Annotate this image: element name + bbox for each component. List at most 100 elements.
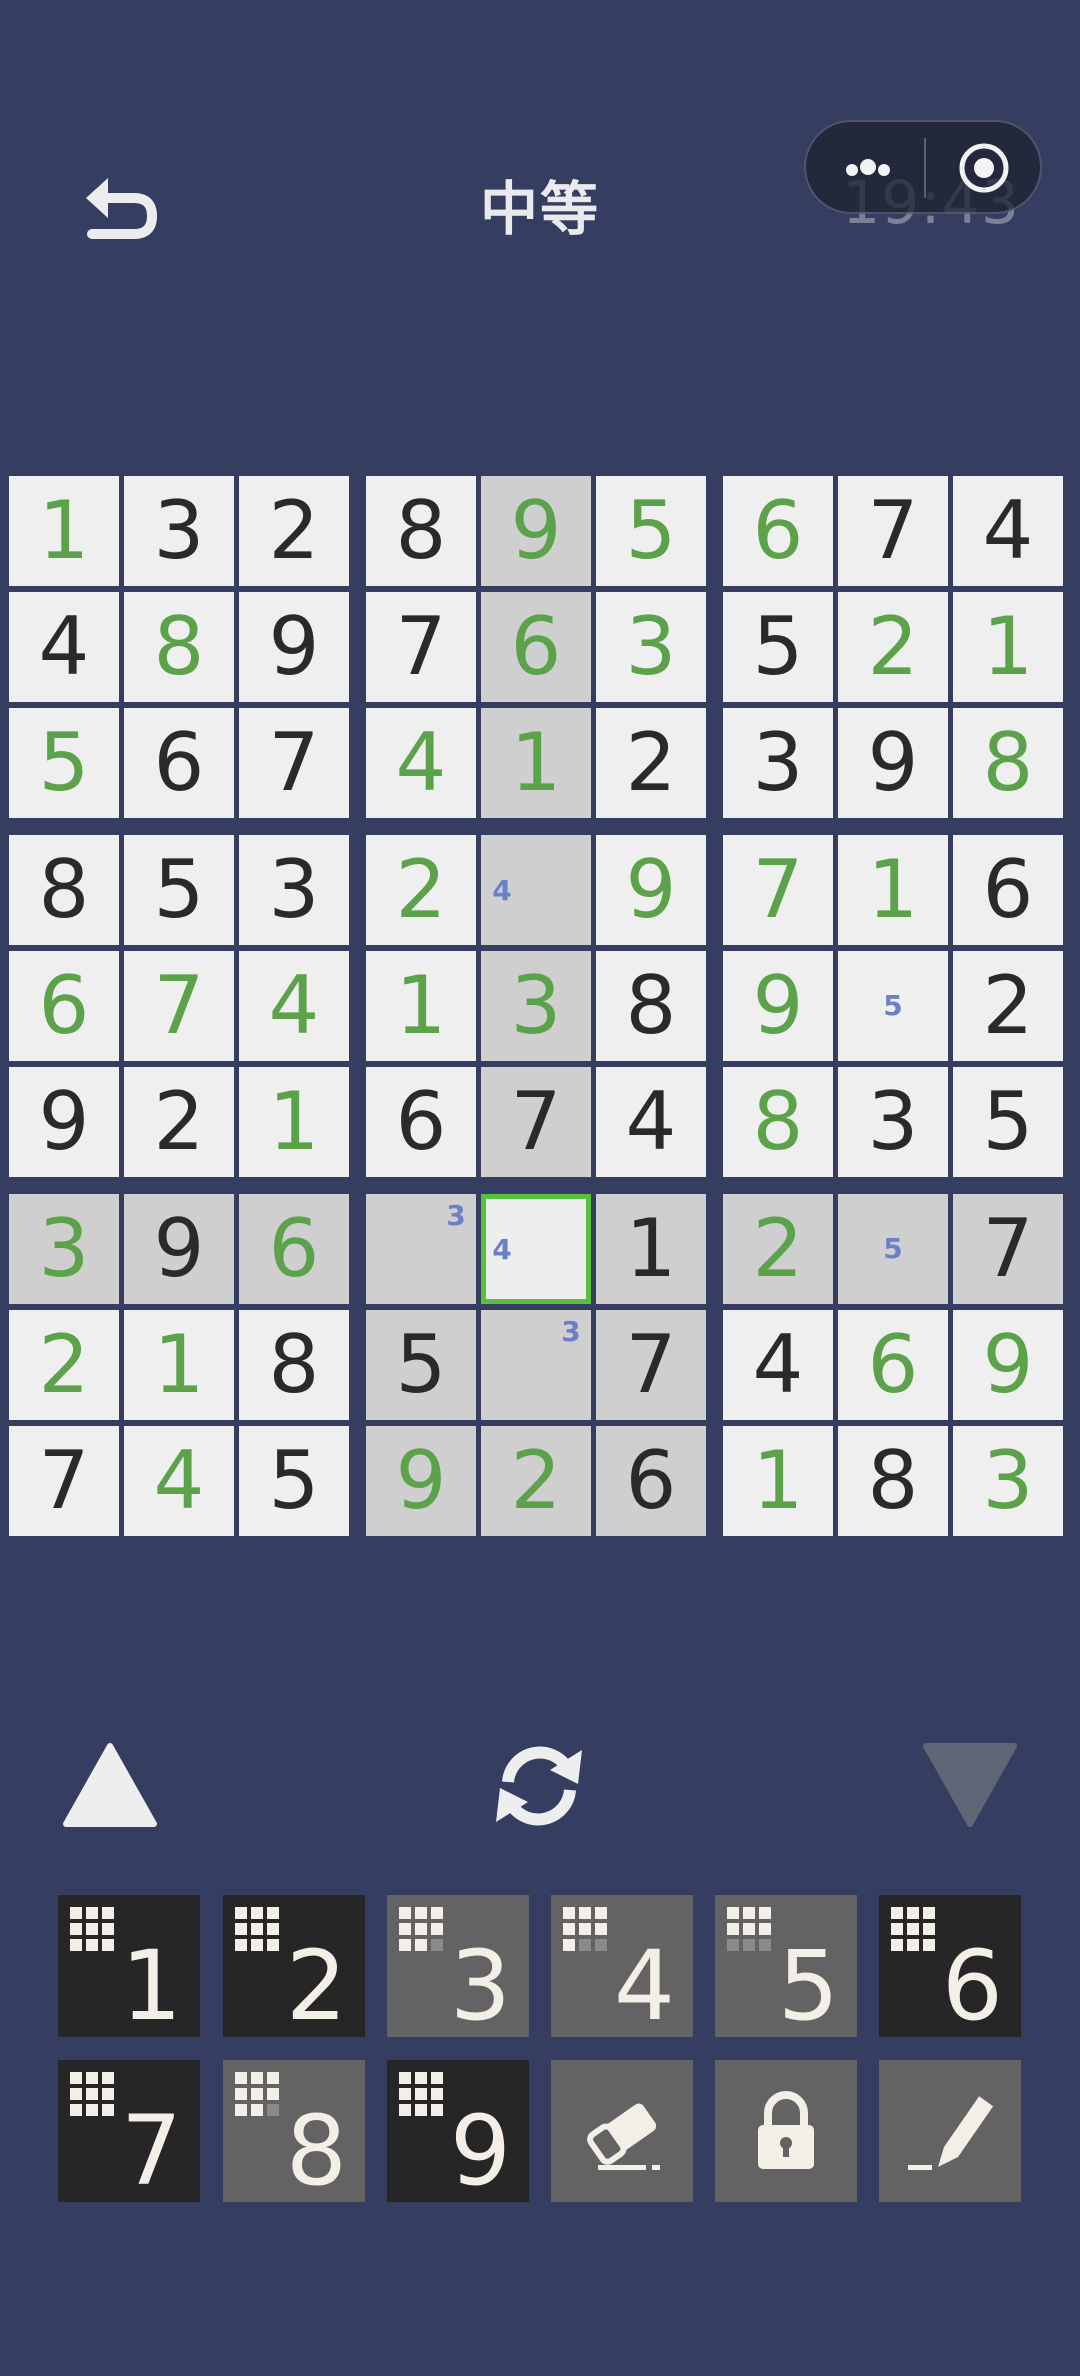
sudoku-cell[interactable]: 5 [366,1310,476,1420]
sudoku-cell[interactable]: 1 [953,592,1063,702]
sudoku-cell[interactable]: 4 [723,1310,833,1420]
sudoku-cell[interactable]: 5 [596,476,706,586]
cell-digit: 2 [510,1434,562,1527]
sudoku-cell[interactable]: 5 [838,951,948,1061]
sudoku-cell[interactable]: 6 [953,835,1063,945]
pencil-button[interactable] [879,2060,1021,2202]
selected-cell[interactable]: 4 [481,1194,591,1304]
sudoku-cell[interactable]: 3 [481,951,591,1061]
sudoku-cell[interactable]: 9 [838,708,948,818]
digit-key-7[interactable]: 7 [58,2060,200,2202]
sudoku-cell[interactable]: 2 [366,835,476,945]
sudoku-cell[interactable]: 3 [481,1310,591,1420]
sudoku-cell[interactable]: 2 [239,476,349,586]
sudoku-cell[interactable]: 9 [723,951,833,1061]
sudoku-cell[interactable]: 1 [124,1310,234,1420]
sudoku-cell[interactable]: 3 [239,835,349,945]
sudoku-cell[interactable]: 3 [723,708,833,818]
sudoku-cell[interactable]: 9 [953,1310,1063,1420]
sudoku-cell[interactable]: 7 [481,1067,591,1177]
sudoku-cell[interactable]: 5 [9,708,119,818]
sudoku-cell[interactable]: 9 [366,1426,476,1536]
digit-key-1[interactable]: 1 [58,1895,200,2037]
sudoku-cell[interactable]: 8 [596,951,706,1061]
sudoku-cell[interactable]: 3 [596,592,706,702]
sudoku-cell[interactable]: 6 [838,1310,948,1420]
sudoku-cell[interactable]: 4 [953,476,1063,586]
sudoku-cell[interactable]: 7 [723,835,833,945]
sudoku-cell[interactable]: 7 [239,708,349,818]
digit-key-6[interactable]: 6 [879,1895,1021,2037]
digit-key-8[interactable]: 8 [223,2060,365,2202]
sudoku-cell[interactable]: 1 [9,476,119,586]
digit-key-3[interactable]: 3 [387,1895,529,2037]
sudoku-cell[interactable]: 9 [481,476,591,586]
sudoku-cell[interactable]: 5 [124,835,234,945]
sudoku-cell[interactable]: 3 [9,1194,119,1304]
sudoku-cell[interactable]: 3 [366,1194,476,1304]
sudoku-cell[interactable]: 5 [723,592,833,702]
redo-button[interactable] [920,1740,1020,1830]
sudoku-cell[interactable]: 5 [838,1194,948,1304]
sudoku-cell[interactable]: 1 [596,1194,706,1304]
close-button[interactable] [946,138,1024,198]
sudoku-cell[interactable]: 1 [366,951,476,1061]
digit-key-4[interactable]: 4 [551,1895,693,2037]
sudoku-cell[interactable]: 6 [596,1426,706,1536]
more-button[interactable] [828,140,906,198]
sudoku-cell[interactable]: 6 [239,1194,349,1304]
sudoku-cell[interactable]: 4 [9,592,119,702]
sudoku-cell[interactable]: 9 [239,592,349,702]
sudoku-cell[interactable]: 1 [838,835,948,945]
sudoku-cell[interactable]: 2 [723,1194,833,1304]
sudoku-cell[interactable]: 7 [124,951,234,1061]
sudoku-cell[interactable]: 8 [366,476,476,586]
sudoku-cell[interactable]: 9 [596,835,706,945]
eraser-button[interactable] [551,2060,693,2202]
sudoku-cell[interactable]: 2 [596,708,706,818]
sudoku-cell[interactable]: 7 [9,1426,119,1536]
sudoku-cell[interactable]: 2 [9,1310,119,1420]
sudoku-cell[interactable]: 6 [481,592,591,702]
sudoku-cell[interactable]: 3 [124,476,234,586]
sudoku-cell[interactable]: 4 [239,951,349,1061]
sudoku-cell[interactable]: 7 [366,592,476,702]
sudoku-cell[interactable]: 8 [239,1310,349,1420]
refresh-button[interactable] [486,1736,592,1836]
sudoku-cell[interactable]: 6 [723,476,833,586]
sudoku-cell[interactable]: 6 [9,951,119,1061]
sudoku-cell[interactable]: 8 [9,835,119,945]
sudoku-cell[interactable]: 1 [723,1426,833,1536]
undo-button[interactable] [60,1740,160,1830]
sudoku-cell[interactable]: 6 [366,1067,476,1177]
digit-key-2[interactable]: 2 [223,1895,365,2037]
sudoku-cell[interactable]: 4 [366,708,476,818]
sudoku-cell[interactable]: 2 [838,592,948,702]
cell-digit: 5 [982,1075,1034,1168]
sudoku-cell[interactable]: 9 [124,1194,234,1304]
sudoku-cell[interactable]: 8 [723,1067,833,1177]
sudoku-cell[interactable]: 7 [838,476,948,586]
sudoku-cell[interactable]: 3 [838,1067,948,1177]
sudoku-cell[interactable]: 8 [953,708,1063,818]
sudoku-cell[interactable]: 1 [239,1067,349,1177]
sudoku-cell[interactable]: 5 [953,1067,1063,1177]
sudoku-cell[interactable]: 2 [481,1426,591,1536]
sudoku-cell[interactable]: 6 [124,708,234,818]
sudoku-cell[interactable]: 5 [239,1426,349,1536]
sudoku-cell[interactable]: 4 [481,835,591,945]
sudoku-cell[interactable]: 1 [481,708,591,818]
lock-button[interactable] [715,2060,857,2202]
digit-key-9[interactable]: 9 [387,2060,529,2202]
sudoku-cell[interactable]: 8 [838,1426,948,1536]
sudoku-cell[interactable]: 2 [953,951,1063,1061]
sudoku-cell[interactable]: 2 [124,1067,234,1177]
digit-key-5[interactable]: 5 [715,1895,857,2037]
sudoku-cell[interactable]: 8 [124,592,234,702]
sudoku-cell[interactable]: 3 [953,1426,1063,1536]
sudoku-cell[interactable]: 4 [596,1067,706,1177]
sudoku-cell[interactable]: 4 [124,1426,234,1536]
sudoku-cell[interactable]: 7 [953,1194,1063,1304]
sudoku-cell[interactable]: 7 [596,1310,706,1420]
sudoku-cell[interactable]: 9 [9,1067,119,1177]
